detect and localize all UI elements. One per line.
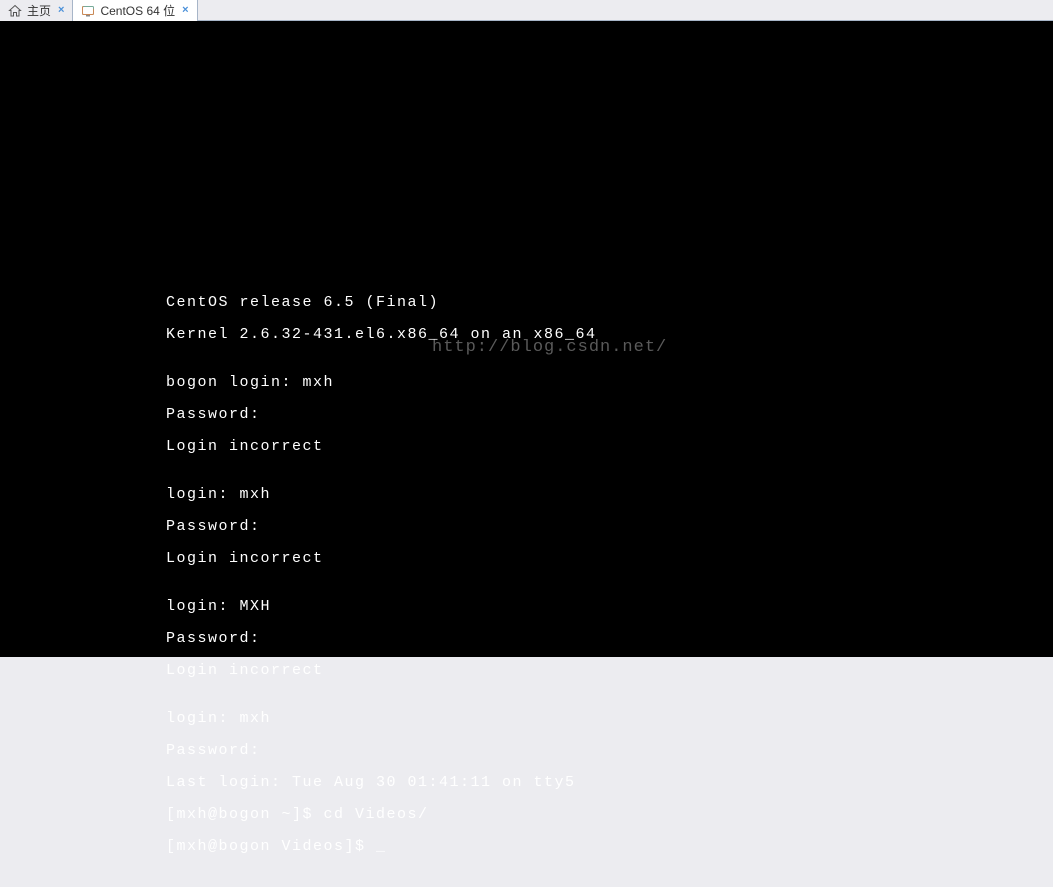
- cursor: _: [376, 839, 387, 855]
- terminal-line: Last login: Tue Aug 30 01:41:11 on tty5: [166, 775, 597, 791]
- terminal-line: Password:: [166, 519, 597, 535]
- terminal-line: Kernel 2.6.32-431.el6.x86_64 on an x86_6…: [166, 327, 597, 343]
- terminal-line: login: MXH: [166, 599, 597, 615]
- tab-bar: 主页 × CentOS 64 位 ×: [0, 0, 1053, 21]
- terminal-prompt: [mxh@bogon Videos]$: [166, 838, 376, 855]
- terminal-prompt-line: [mxh@bogon Videos]$ _: [166, 839, 597, 855]
- home-icon: [8, 4, 22, 18]
- tab-vm-centos[interactable]: CentOS 64 位 ×: [73, 0, 197, 21]
- tab-home[interactable]: 主页 ×: [0, 0, 73, 21]
- tab-vm-label: CentOS 64 位: [100, 2, 175, 19]
- terminal-line: login: mxh: [166, 487, 597, 503]
- terminal-line: CentOS release 6.5 (Final): [166, 295, 597, 311]
- close-icon[interactable]: ×: [56, 5, 66, 16]
- terminal-screen[interactable]: http://blog.csdn.net/ CentOS release 6.5…: [0, 21, 1053, 657]
- vm-icon: [81, 4, 95, 18]
- terminal-line: Login incorrect: [166, 551, 597, 567]
- terminal-line: Password:: [166, 743, 597, 759]
- terminal-output: CentOS release 6.5 (Final) Kernel 2.6.32…: [166, 279, 597, 887]
- terminal-line: [mxh@bogon ~]$ cd Videos/: [166, 807, 597, 823]
- terminal-line: login: mxh: [166, 711, 597, 727]
- close-icon[interactable]: ×: [180, 5, 190, 16]
- terminal-line: Password:: [166, 631, 597, 647]
- tab-home-label: 主页: [27, 2, 51, 19]
- terminal-line: Login incorrect: [166, 663, 597, 679]
- terminal-line: Login incorrect: [166, 439, 597, 455]
- terminal-line: Password:: [166, 407, 597, 423]
- terminal-line: bogon login: mxh: [166, 375, 597, 391]
